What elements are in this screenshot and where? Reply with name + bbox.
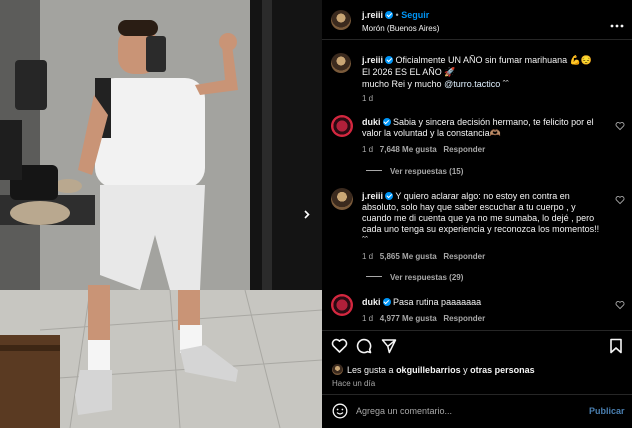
publish-button[interactable]: Publicar <box>589 406 625 417</box>
liked-by-text: Les gusta a okguillebarrios y otras pers… <box>347 365 535 376</box>
comment-meta: 1 d 4,977 Me gusta Responder <box>362 313 485 324</box>
caption-text-3: mucho Rei y mucho <box>362 79 442 89</box>
more-dots-icon <box>610 24 624 28</box>
post-time: Hace un día <box>332 379 376 388</box>
follow-button[interactable]: Seguir <box>401 10 429 20</box>
verified-badge-icon <box>382 118 391 126</box>
reply-button[interactable]: Responder <box>443 314 485 323</box>
header-divider <box>322 39 632 40</box>
more-options-button[interactable] <box>610 15 624 28</box>
comment-line: cuando me di cuenta que ya no me sumaba,… <box>362 213 595 223</box>
comment-line: valor la voluntad y la constancia🫶🏽 <box>362 128 501 138</box>
chevron-right-icon <box>304 210 310 219</box>
comment-username[interactable]: j.reiii <box>362 191 383 201</box>
liked-by-user[interactable]: okguillebarrios <box>396 365 461 375</box>
post-photo <box>0 0 322 428</box>
comment-line: Y quiero aclarar algo: no estoy en contr… <box>395 191 570 201</box>
comment-username[interactable]: duki <box>362 297 381 307</box>
emoji-icon[interactable] <box>332 403 348 419</box>
caption-username[interactable]: j.reiii <box>362 55 383 65</box>
liked-by-connector: y <box>463 365 468 375</box>
author-username[interactable]: j.reiii <box>362 10 383 20</box>
view-replies-label: Ver respuestas (15) <box>390 167 464 176</box>
comment-username[interactable]: duki <box>362 117 381 127</box>
comment-meta: 1 d 5,865 Me gusta Responder <box>362 251 485 262</box>
caption-emoji-1: 💪😔 <box>569 55 593 65</box>
heart-icon[interactable] <box>615 195 625 205</box>
comment-line: Pasa rutina paaaaaaa <box>393 297 482 307</box>
replies-divider <box>366 276 382 277</box>
view-replies-button[interactable]: Ver respuestas (29) <box>366 272 463 283</box>
caption-line-1: j.reiii Oficialmente UN AÑO sin fumar ma… <box>362 55 592 66</box>
view-replies-button[interactable]: Ver respuestas (15) <box>366 166 463 177</box>
comment-time: 1 d <box>362 145 374 154</box>
verified-badge-icon <box>382 298 391 306</box>
comment-meta: 1 d 7,648 Me gusta Responder <box>362 144 485 155</box>
composer-divider <box>322 394 632 395</box>
caption-text-2: El 2026 ES EL AÑO <box>362 67 442 77</box>
comment-line: ˆˆ <box>362 235 368 245</box>
liked-by-others[interactable]: otras personas <box>470 365 535 375</box>
replies-divider <box>366 170 382 171</box>
verified-badge-icon <box>385 56 394 64</box>
like-button-heart-icon[interactable] <box>331 338 348 354</box>
caption-text-1: Oficialmente UN AÑO sin fumar marihuana <box>395 55 568 65</box>
comment-text: j.reiii Y quiero aclarar algo: no estoy … <box>362 191 570 202</box>
author-avatar[interactable] <box>331 10 351 30</box>
comment-time: 1 d <box>362 252 374 261</box>
verified-badge-icon <box>385 192 394 200</box>
comment-avatar[interactable] <box>331 115 353 137</box>
heart-icon[interactable] <box>615 121 625 131</box>
bookmark-icon[interactable] <box>609 338 623 354</box>
comment-line: cada uno tenga su experiencia y reconozc… <box>362 224 600 234</box>
caption-line-2: El 2026 ES EL AÑO 🚀 <box>362 67 455 78</box>
comment-time: 1 d <box>362 314 374 323</box>
mention-link[interactable]: @turro.tactico <box>444 79 500 89</box>
share-icon[interactable] <box>381 338 397 354</box>
comment-avatar[interactable] <box>331 188 353 210</box>
view-replies-label: Ver respuestas (29) <box>390 273 464 282</box>
comment-likes[interactable]: 7,648 Me gusta <box>380 145 437 154</box>
verified-badge-icon <box>385 11 394 19</box>
actions-divider <box>322 330 632 331</box>
comment-text: duki Pasa rutina paaaaaaa <box>362 297 481 308</box>
caption-line-3: mucho Rei y mucho @turro.tactico ˆˆ <box>362 79 509 90</box>
liked-by-prefix: Les gusta a <box>347 365 394 375</box>
comment-likes[interactable]: 4,977 Me gusta <box>380 314 437 323</box>
caption-emoji-2: 🚀 <box>444 67 456 77</box>
heart-icon[interactable] <box>615 300 625 310</box>
caption-text-3-suffix: ˆˆ <box>502 79 509 89</box>
comment-text: duki Sabia y sincera decisión hermano, t… <box>362 117 594 128</box>
comment-avatar[interactable] <box>331 294 353 316</box>
comment-line: Sabia y sincera decisión hermano, te fel… <box>393 117 594 127</box>
header-username-row: j.reiii • Seguir <box>362 10 430 20</box>
comment-input[interactable] <box>356 403 576 419</box>
caption-time: 1 d <box>362 94 374 103</box>
liked-by-avatar[interactable] <box>332 364 343 375</box>
caption-avatar[interactable] <box>331 53 351 73</box>
gym-bathroom-selfie <box>0 0 322 428</box>
post-location[interactable]: Morón (Buenos Aires) <box>362 23 439 34</box>
reply-button[interactable]: Responder <box>443 145 485 154</box>
next-photo-button[interactable] <box>298 206 315 223</box>
comment-likes[interactable]: 5,865 Me gusta <box>380 252 437 261</box>
comment-icon[interactable] <box>356 338 372 354</box>
comment-line: absoluto, solo hay que saber escuchar a … <box>362 202 576 212</box>
reply-button[interactable]: Responder <box>443 252 485 261</box>
